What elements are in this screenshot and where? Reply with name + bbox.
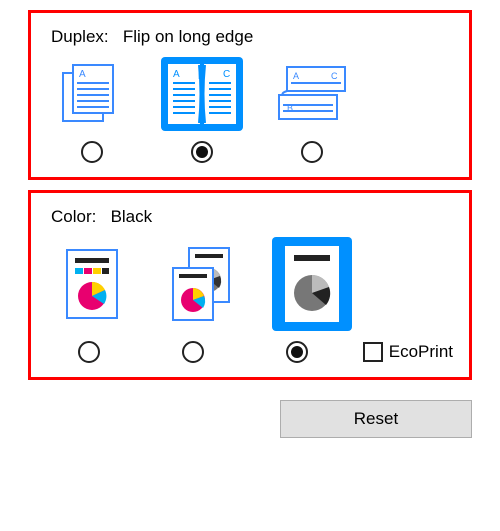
color-radio-full[interactable] <box>78 341 100 363</box>
duplex-radio-long-edge[interactable] <box>191 141 213 163</box>
ecoprint-label: EcoPrint <box>389 342 453 362</box>
duplex-value: Flip on long edge <box>123 27 253 46</box>
duplex-radios <box>47 137 453 163</box>
duplex-options: A A C <box>47 55 453 137</box>
duplex-short-edge-icon: A C B <box>271 57 353 131</box>
svg-text:A: A <box>293 71 299 81</box>
auto-color-icon <box>166 241 238 327</box>
black-icon <box>272 237 352 331</box>
color-radio-black[interactable] <box>286 341 308 363</box>
duplex-radio-simplex[interactable] <box>81 141 103 163</box>
svg-text:A: A <box>173 69 180 80</box>
full-color-icon <box>56 241 128 327</box>
checkbox-icon <box>363 342 383 362</box>
duplex-simplex-icon: A <box>51 57 133 131</box>
color-option-black[interactable] <box>267 237 357 331</box>
color-label: Color: <box>51 207 96 226</box>
color-options <box>47 235 453 337</box>
svg-text:C: C <box>223 69 230 80</box>
duplex-option-simplex[interactable]: A <box>47 57 137 131</box>
duplex-long-edge-icon: A C <box>161 57 243 131</box>
ecoprint-checkbox[interactable]: EcoPrint <box>363 342 453 362</box>
duplex-option-short-edge[interactable]: A C B <box>267 57 357 131</box>
bottom-bar: Reset <box>0 390 500 438</box>
color-radio-auto[interactable] <box>182 341 204 363</box>
duplex-radio-short-edge[interactable] <box>301 141 323 163</box>
duplex-label: Duplex: <box>51 27 109 46</box>
color-panel: Color: Black <box>28 190 472 380</box>
duplex-option-long-edge[interactable]: A C <box>157 57 247 131</box>
color-option-auto[interactable] <box>157 241 247 327</box>
color-value: Black <box>111 207 153 226</box>
color-title: Color: Black <box>51 207 453 227</box>
duplex-title: Duplex: Flip on long edge <box>51 27 453 47</box>
color-radios: EcoPrint <box>47 337 453 363</box>
svg-text:C: C <box>331 71 338 81</box>
svg-text:B: B <box>198 71 204 81</box>
svg-text:A: A <box>79 69 86 80</box>
color-option-full[interactable] <box>47 241 137 327</box>
duplex-panel: Duplex: Flip on long edge A <box>28 10 472 180</box>
reset-button[interactable]: Reset <box>280 400 472 438</box>
